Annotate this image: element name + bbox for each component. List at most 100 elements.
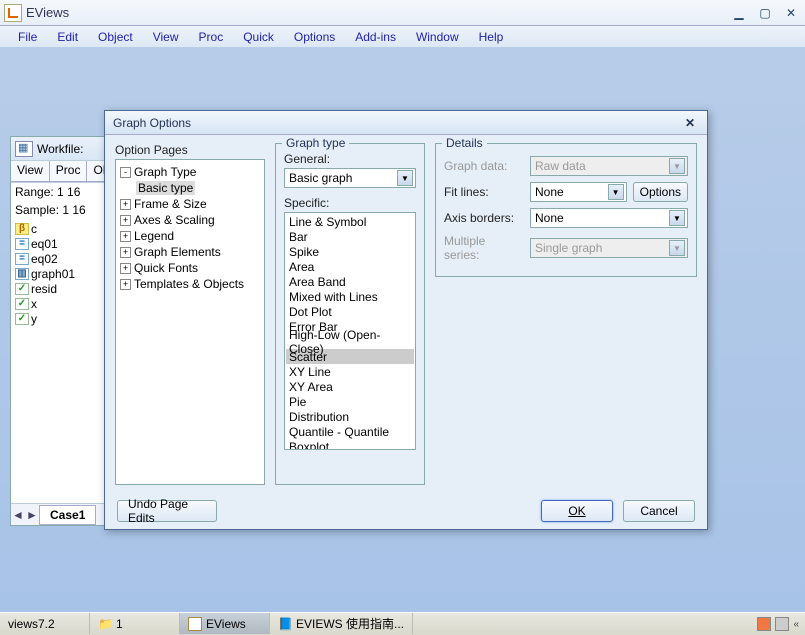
- taskbar-item[interactable]: 📁1: [90, 613, 180, 634]
- menu-quick[interactable]: Quick: [233, 28, 284, 46]
- detail-row: Fit lines: None▼ Options: [444, 182, 688, 202]
- specific-item[interactable]: Mixed with Lines: [286, 289, 414, 304]
- close-button[interactable]: ✕: [781, 6, 801, 20]
- undo-page-edits-button[interactable]: Undo Page Edits: [117, 500, 217, 522]
- tree-item[interactable]: +Graph Elements: [118, 244, 262, 260]
- specific-item[interactable]: Boxplot: [286, 439, 414, 450]
- tray-icon[interactable]: [775, 617, 789, 631]
- detail-value: None: [535, 211, 564, 225]
- specific-item[interactable]: Area: [286, 259, 414, 274]
- specific-item[interactable]: Quantile - Quantile: [286, 424, 414, 439]
- menu-help[interactable]: Help: [469, 28, 514, 46]
- menu-edit[interactable]: Edit: [47, 28, 88, 46]
- chk-icon: ✓: [15, 313, 29, 325]
- tree-expand-icon[interactable]: +: [120, 263, 131, 274]
- tray-chevron-icon[interactable]: «: [793, 619, 799, 630]
- tree-item[interactable]: +Legend: [118, 228, 262, 244]
- specific-item[interactable]: High-Low (Open-Close): [286, 334, 414, 349]
- detail-select[interactable]: None▼: [530, 182, 627, 202]
- app-title: EViews: [26, 5, 729, 20]
- document-icon: 📘: [278, 617, 292, 631]
- chevron-down-icon: ▼: [669, 210, 685, 226]
- menu-view[interactable]: View: [143, 28, 189, 46]
- workfile-item-label: c: [31, 222, 37, 236]
- chevron-down-icon: ▼: [608, 184, 624, 200]
- tree-item[interactable]: +Quick Fonts: [118, 260, 262, 276]
- chevron-down-icon: ▼: [397, 170, 413, 186]
- tab-nav-right[interactable]: ►: [25, 508, 39, 522]
- specific-item[interactable]: Distribution: [286, 409, 414, 424]
- menu-options[interactable]: Options: [284, 28, 345, 46]
- workfile-icon: [15, 141, 33, 157]
- tree-item[interactable]: +Frame & Size: [118, 196, 262, 212]
- specific-item[interactable]: Spike: [286, 244, 414, 259]
- tree-item[interactable]: Basic type: [118, 180, 262, 196]
- specific-item[interactable]: Area Band: [286, 274, 414, 289]
- specific-item[interactable]: XY Line: [286, 364, 414, 379]
- menu-window[interactable]: Window: [406, 28, 469, 46]
- tree-expand-icon[interactable]: +: [120, 279, 131, 290]
- ok-button[interactable]: OK: [541, 500, 613, 522]
- tree-label: Frame & Size: [134, 197, 207, 211]
- workfile-title: Workfile:: [37, 142, 83, 156]
- specific-item[interactable]: Bar: [286, 229, 414, 244]
- option-pages-tree[interactable]: -Graph TypeBasic type+Frame & Size+Axes …: [115, 159, 265, 485]
- workfile-tab[interactable]: Case1: [39, 505, 96, 525]
- workfile-item-label: resid: [31, 282, 57, 296]
- specific-item[interactable]: XY Area: [286, 379, 414, 394]
- tray-icon[interactable]: [757, 617, 771, 631]
- dialog-close-button[interactable]: ✕: [681, 116, 699, 130]
- wf-toolbar-proc[interactable]: Proc: [50, 161, 88, 182]
- options-button[interactable]: Options: [633, 182, 688, 202]
- app-logo-icon: [4, 4, 22, 22]
- detail-label: Graph data:: [444, 159, 524, 173]
- taskbar-item[interactable]: views7.2: [0, 613, 90, 634]
- cancel-button[interactable]: Cancel: [623, 500, 695, 522]
- tab-nav-left[interactable]: ◄: [11, 508, 25, 522]
- general-select[interactable]: Basic graph ▼: [284, 168, 416, 188]
- dialog-titlebar: Graph Options ✕: [105, 111, 707, 135]
- beta-icon: β: [15, 223, 29, 235]
- specific-listbox[interactable]: Line & SymbolBarSpikeAreaArea BandMixed …: [284, 212, 416, 450]
- tree-item[interactable]: -Graph Type: [118, 164, 262, 180]
- taskbar-item[interactable]: EViews: [180, 613, 270, 634]
- chk-icon: ✓: [15, 298, 29, 310]
- tree-label: Templates & Objects: [134, 277, 244, 291]
- tree-expand-icon[interactable]: +: [120, 215, 131, 226]
- tree-expand-icon[interactable]: -: [120, 167, 131, 178]
- taskbar-label: views7.2: [8, 617, 55, 631]
- wf-toolbar-view[interactable]: View: [11, 161, 50, 182]
- detail-label: Fit lines:: [444, 185, 524, 199]
- chevron-down-icon: ▼: [669, 158, 685, 174]
- minimize-button[interactable]: ▁: [729, 6, 749, 20]
- graph-icon: ▥: [15, 268, 29, 280]
- specific-item[interactable]: Dot Plot: [286, 304, 414, 319]
- titlebar: EViews ▁ ▢ ✕: [0, 0, 805, 26]
- maximize-button[interactable]: ▢: [755, 6, 775, 20]
- tree-expand-icon[interactable]: +: [120, 199, 131, 210]
- tree-label: Graph Type: [134, 165, 196, 179]
- tree-item[interactable]: +Templates & Objects: [118, 276, 262, 292]
- workfile-item-label: y: [31, 312, 37, 326]
- tree-expand-icon[interactable]: +: [120, 231, 131, 242]
- tree-label: Graph Elements: [134, 245, 221, 259]
- detail-label: Axis borders:: [444, 211, 524, 225]
- tree-item[interactable]: +Axes & Scaling: [118, 212, 262, 228]
- detail-select: Raw data▼: [530, 156, 688, 176]
- specific-item[interactable]: Pie: [286, 394, 414, 409]
- detail-row: Multiple series:Single graph▼: [444, 234, 688, 262]
- tree-expand-icon[interactable]: +: [120, 247, 131, 258]
- workfile-item-label: eq02: [31, 252, 58, 266]
- graph-type-legend: Graph type: [282, 136, 349, 150]
- menu-proc[interactable]: Proc: [189, 28, 234, 46]
- detail-select[interactable]: None ▼: [530, 208, 688, 228]
- menu-object[interactable]: Object: [88, 28, 143, 46]
- menu-add-ins[interactable]: Add-ins: [345, 28, 406, 46]
- graph-options-dialog: Graph Options ✕ Option Pages -Graph Type…: [104, 110, 708, 530]
- detail-label: Multiple series:: [444, 234, 524, 262]
- specific-item[interactable]: Line & Symbol: [286, 214, 414, 229]
- eq-icon: =: [15, 238, 29, 250]
- menu-file[interactable]: File: [8, 28, 47, 46]
- specific-label: Specific:: [284, 196, 416, 210]
- taskbar-item[interactable]: 📘EVIEWS 使用指南...: [270, 613, 413, 634]
